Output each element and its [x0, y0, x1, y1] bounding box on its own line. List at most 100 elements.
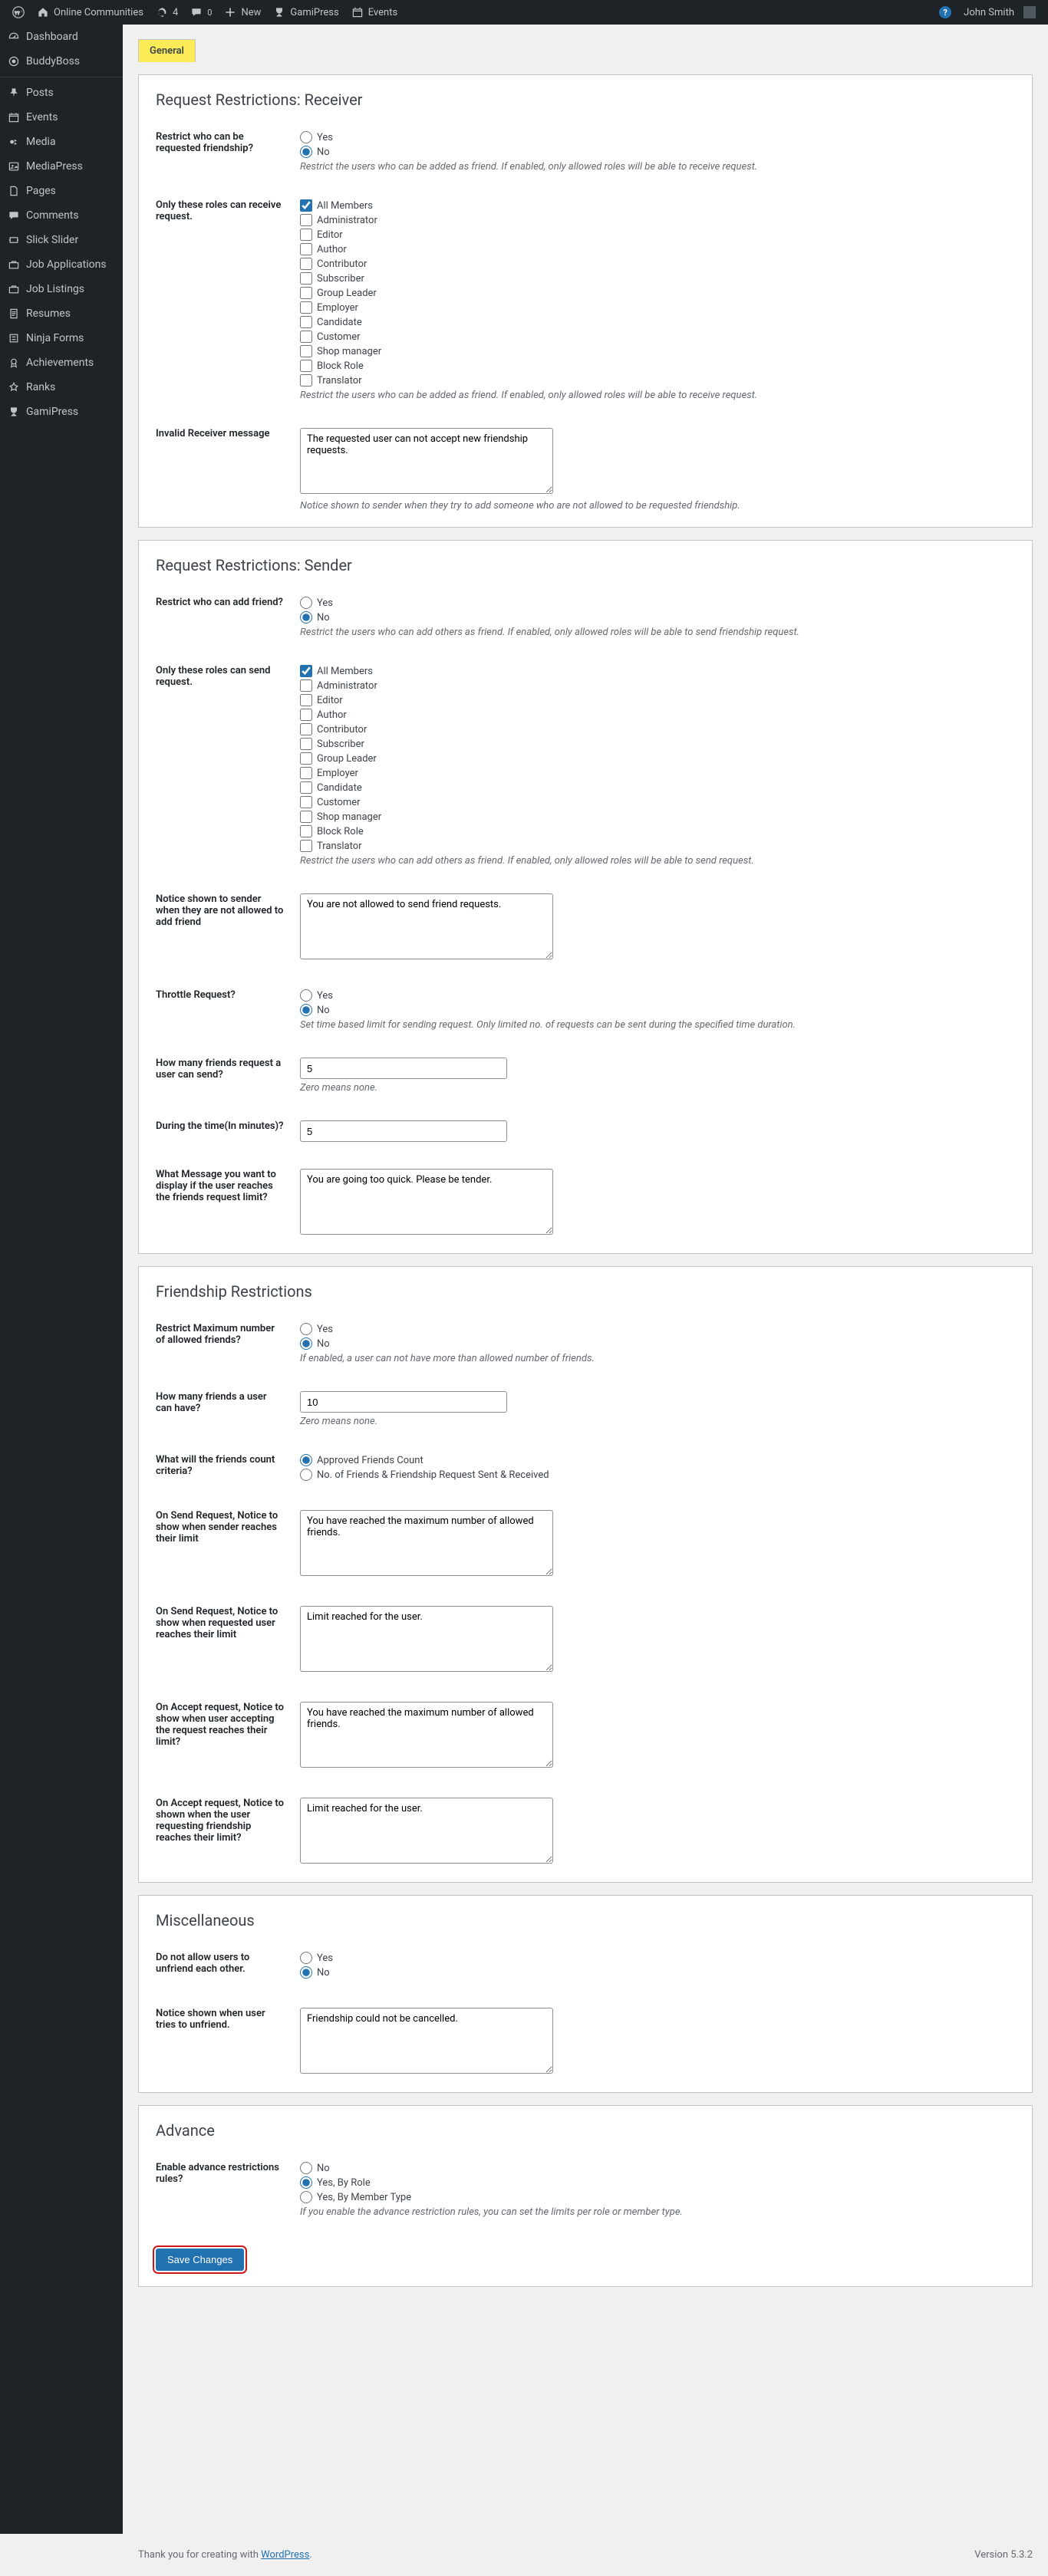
sidebar-item-events[interactable]: Events: [0, 105, 123, 130]
role-checkbox[interactable]: [300, 723, 312, 735]
role-checkbox[interactable]: [300, 258, 312, 270]
radio-yes[interactable]: [300, 1323, 312, 1335]
role-checkbox[interactable]: [300, 272, 312, 285]
comments[interactable]: 0: [184, 0, 218, 25]
field-label: Invalid Receiver message: [139, 416, 292, 527]
help-menu[interactable]: ?: [933, 0, 957, 25]
radio-yes[interactable]: [300, 131, 312, 143]
section-title: Request Restrictions: Sender: [139, 541, 1032, 585]
sidebar-item-mediapress[interactable]: MediaPress: [0, 154, 123, 179]
updates[interactable]: 4: [150, 0, 184, 25]
throttle-message-textarea[interactable]: You are going too quick. Please be tende…: [300, 1169, 553, 1235]
sidebar-item-ninja-forms[interactable]: Ninja Forms: [0, 326, 123, 350]
sender-notice-textarea[interactable]: You are not allowed to send friend reque…: [300, 893, 553, 959]
field-label: During the time(In minutes)?: [139, 1109, 292, 1157]
sidebar-item-job-listings[interactable]: Job Listings: [0, 277, 123, 301]
role-checkbox[interactable]: [300, 214, 312, 226]
accept-requester-textarea[interactable]: Limit reached for the user.: [300, 1798, 553, 1864]
max-friends-input[interactable]: [300, 1391, 507, 1413]
sidebar-item-comments[interactable]: Comments: [0, 203, 123, 228]
radio-approved[interactable]: [300, 1454, 312, 1466]
role-checkbox[interactable]: [300, 679, 312, 692]
sidebar-item-dashboard[interactable]: Dashboard: [0, 25, 123, 49]
sidebar-item-media[interactable]: Media: [0, 130, 123, 154]
role-checkbox[interactable]: [300, 316, 312, 328]
radio-no[interactable]: [300, 146, 312, 158]
radio-no[interactable]: [300, 2162, 312, 2174]
unfriend-textarea[interactable]: Friendship could not be cancelled.: [300, 2008, 553, 2074]
radio-sent-received[interactable]: [300, 1469, 312, 1481]
invalid-receiver-textarea[interactable]: The requested user can not accept new fr…: [300, 428, 553, 494]
role-checkbox[interactable]: [300, 199, 312, 212]
events-menu[interactable]: Events: [345, 0, 404, 25]
new-content[interactable]: New: [218, 0, 267, 25]
radio-by-role[interactable]: [300, 2176, 312, 2189]
radio-yes[interactable]: [300, 989, 312, 1002]
role-label: Customer: [317, 331, 361, 343]
role-checkbox[interactable]: [300, 360, 312, 372]
radio-no[interactable]: [300, 611, 312, 623]
radio-yes[interactable]: [300, 597, 312, 609]
role-checkbox[interactable]: [300, 287, 312, 299]
sidebar-item-gamipress[interactable]: GamiPress: [0, 400, 123, 424]
field-description: Restrict the users who can be added as f…: [300, 161, 1015, 173]
send-requested-textarea[interactable]: Limit reached for the user.: [300, 1606, 553, 1672]
radio-no[interactable]: [300, 1004, 312, 1016]
radio-label: No. of Friends & Friendship Request Sent…: [317, 1469, 549, 1481]
role-checkbox[interactable]: [300, 709, 312, 721]
role-checkbox[interactable]: [300, 374, 312, 387]
sidebar-item-posts[interactable]: Posts: [0, 81, 123, 105]
role-checkbox[interactable]: [300, 752, 312, 765]
radio-no[interactable]: [300, 1966, 312, 1979]
tab-general[interactable]: General: [138, 39, 196, 62]
role-checkbox[interactable]: [300, 811, 312, 823]
events-label: Events: [368, 7, 397, 18]
accept-acceptor-textarea[interactable]: You have reached the maximum number of a…: [300, 1702, 553, 1768]
user-menu[interactable]: John Smith: [957, 0, 1042, 25]
radio-yes[interactable]: [300, 1952, 312, 1964]
role-checkbox[interactable]: [300, 840, 312, 852]
main-content: General Request Restrictions: Receiver R…: [123, 25, 1048, 2534]
wordpress-link[interactable]: WordPress: [261, 2549, 309, 2561]
sidebar-item-ranks[interactable]: Ranks: [0, 375, 123, 400]
new-label: New: [241, 7, 261, 18]
gamipress-menu[interactable]: GamiPress: [267, 0, 344, 25]
field-description: Restrict the users who can add others as…: [300, 627, 1015, 638]
sidebar-item-pages[interactable]: Pages: [0, 179, 123, 203]
time-minutes-input[interactable]: [300, 1120, 507, 1142]
save-changes-button[interactable]: Save Changes: [156, 2249, 244, 2271]
role-checkbox[interactable]: [300, 301, 312, 314]
section-advance: Advance Enable advance restrictions rule…: [138, 2105, 1033, 2287]
role-checkbox[interactable]: [300, 665, 312, 677]
site-name[interactable]: Online Communities: [31, 0, 150, 25]
role-checkbox[interactable]: [300, 694, 312, 706]
sidebar-item-buddyboss[interactable]: BuddyBoss: [0, 49, 123, 74]
sidebar-item-resumes[interactable]: Resumes: [0, 301, 123, 326]
sidebar-item-achievements[interactable]: Achievements: [0, 350, 123, 375]
role-checkbox[interactable]: [300, 767, 312, 779]
wp-logo[interactable]: [6, 0, 31, 25]
max-request-input[interactable]: [300, 1058, 507, 1079]
field-label: Only these roles can send request.: [139, 653, 292, 882]
role-checkbox[interactable]: [300, 229, 312, 241]
role-checkbox[interactable]: [300, 825, 312, 837]
role-checkbox[interactable]: [300, 781, 312, 794]
field-description: Set time based limit for sending request…: [300, 1019, 1015, 1031]
wordpress-icon: [12, 6, 25, 18]
calendar-icon: [351, 6, 364, 18]
role-checkbox[interactable]: [300, 738, 312, 750]
radio-by-member[interactable]: [300, 2191, 312, 2203]
sidebar-item-job-applications[interactable]: Job Applications: [0, 252, 123, 277]
role-label: Candidate: [317, 782, 362, 794]
radio-label: Approved Friends Count: [317, 1455, 423, 1466]
role-checkbox[interactable]: [300, 796, 312, 808]
section-title: Request Restrictions: Receiver: [139, 75, 1032, 120]
role-checkbox[interactable]: [300, 345, 312, 357]
role-checkbox[interactable]: [300, 243, 312, 255]
field-label: On Send Request, Notice to show when req…: [139, 1594, 292, 1690]
role-checkbox[interactable]: [300, 331, 312, 343]
sidebar-item-slick-slider[interactable]: Slick Slider: [0, 228, 123, 252]
field-label: How many friends a user can have?: [139, 1380, 292, 1443]
send-sender-textarea[interactable]: You have reached the maximum number of a…: [300, 1510, 553, 1576]
radio-no[interactable]: [300, 1337, 312, 1350]
